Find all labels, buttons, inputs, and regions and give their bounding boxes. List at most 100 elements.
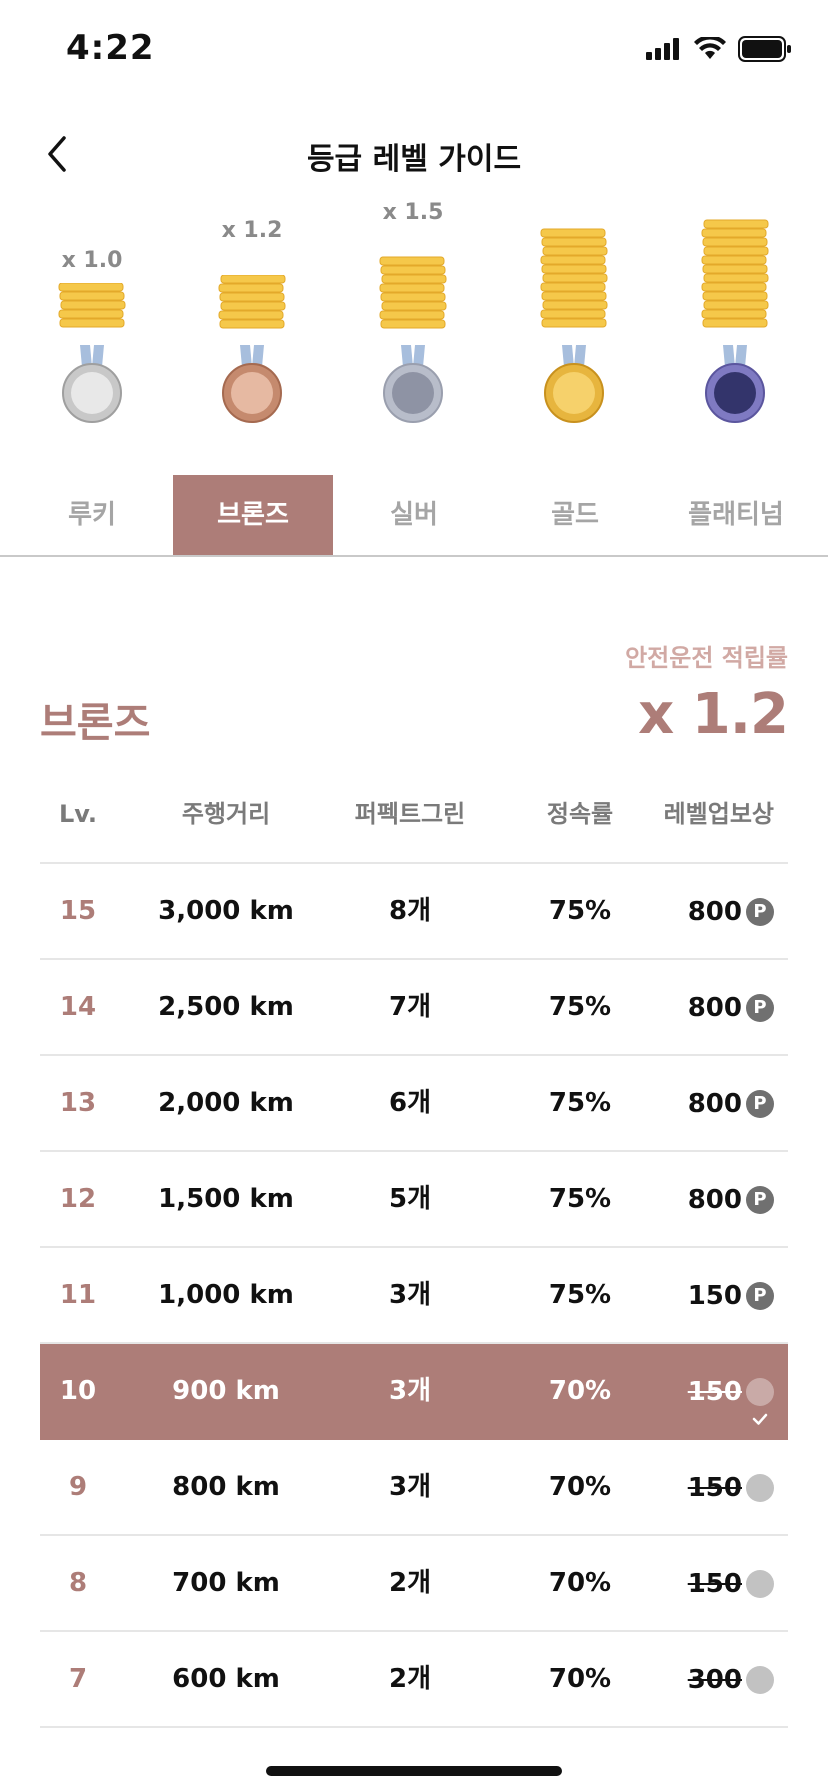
table-row: 9 800 km 3개 70% 150 (40, 1440, 788, 1536)
row-perfect-green: 3개 (388, 1472, 431, 1502)
coin-stack-icon (701, 219, 769, 328)
reward-points: 300 (687, 1664, 742, 1695)
row-reward: 800 P (594, 864, 774, 958)
row-reward: 150 (594, 1440, 774, 1534)
platinum-medal-icon (705, 345, 765, 423)
check-circle-icon (746, 1569, 774, 1617)
table-row: 10 900 km 3개 70% 150 (40, 1344, 788, 1440)
tier-multiplier: x 1.0 (61, 248, 123, 273)
reward-points: 800 (687, 1088, 742, 1119)
tier-multiplier: x 1.2 (221, 218, 283, 243)
tier-name: 브론즈 (40, 700, 151, 746)
tier-tabs: 루키 브론즈 실버 골드 플래티넘 (0, 475, 828, 557)
tier-platinum-illustration (655, 200, 815, 440)
status-icons (646, 36, 792, 62)
row-reward: 150 (594, 1536, 774, 1630)
row-perfect-green: 2개 (388, 1664, 431, 1694)
row-distance: 1,500 km (158, 1184, 294, 1214)
reward-points: 800 (687, 896, 742, 927)
header-level: Lv. (58, 800, 98, 828)
reward-points: 150 (687, 1472, 742, 1503)
check-circle-icon (746, 1473, 774, 1521)
table-row: 11 1,000 km 3개 75% 150 P (40, 1248, 788, 1344)
row-reward: 150 (594, 1344, 774, 1438)
table-row: 15 3,000 km 8개 75% 800 P (40, 864, 788, 960)
page-title: 등급 레벨 가이드 (306, 142, 522, 177)
row-level: 9 (68, 1472, 88, 1502)
tab-gold[interactable]: 골드 (495, 475, 655, 555)
point-icon: P (746, 1185, 774, 1214)
status-time: 4:22 (66, 28, 155, 68)
level-table: Lv. 주행거리 퍼펙트그린 정속률 레벨업보상 15 3,000 km 8개 … (40, 766, 788, 1728)
battery-icon (738, 36, 791, 62)
row-level: 8 (68, 1568, 88, 1598)
table-row: 7 600 km 2개 70% 300 (40, 1632, 788, 1728)
row-perfect-green: 3개 (388, 1376, 431, 1406)
signal-icon (646, 38, 679, 60)
point-icon: P (746, 993, 774, 1022)
coin-stack-icon (58, 283, 126, 328)
row-distance: 700 km (172, 1568, 280, 1598)
tab-platinum[interactable]: 플래티넘 (656, 475, 816, 555)
reward-points: 800 (687, 1184, 742, 1215)
table-body: 15 3,000 km 8개 75% 800 P 14 2,500 km 7개 7… (40, 864, 788, 1728)
reward-points: 150 (687, 1280, 742, 1311)
table-row: 13 2,000 km 6개 75% 800 P (40, 1056, 788, 1152)
row-level: 14 (59, 992, 97, 1022)
row-perfect-green: 6개 (388, 1088, 431, 1118)
row-perfect-green: 8개 (388, 896, 431, 926)
row-perfect-green: 2개 (388, 1568, 431, 1598)
tier-silver-illustration: x 1.5 (333, 200, 493, 440)
header-distance: 주행거리 (181, 800, 271, 828)
row-level: 12 (59, 1184, 97, 1214)
row-level: 15 (59, 896, 97, 926)
silver-medal-icon (383, 345, 443, 423)
reward-points: 150 (687, 1568, 742, 1599)
table-row: 12 1,500 km 5개 75% 800 P (40, 1152, 788, 1248)
home-indicator (266, 1766, 562, 1776)
row-reward: 150 P (594, 1248, 774, 1342)
nav-header: 등급 레벨 가이드 (0, 120, 828, 190)
row-perfect-green: 7개 (388, 992, 431, 1022)
tier-rookie-illustration: x 1.0 (12, 200, 172, 440)
table-header: Lv. 주행거리 퍼펙트그린 정속률 레벨업보상 (40, 766, 788, 864)
check-circle-icon (746, 1665, 774, 1713)
row-perfect-green: 3개 (388, 1280, 431, 1310)
reward-points: 150 (687, 1376, 742, 1407)
status-bar: 4:22 (0, 0, 828, 100)
point-icon: P (746, 897, 774, 926)
row-level: 11 (59, 1280, 97, 1310)
rookie-medal-icon (62, 345, 122, 423)
wifi-icon (694, 37, 726, 59)
row-distance: 2,000 km (158, 1088, 294, 1118)
row-reward: 800 P (594, 1152, 774, 1246)
row-distance: 600 km (172, 1664, 280, 1694)
tier-multiplier-value: x 1.2 (638, 682, 789, 747)
point-icon: P (746, 1281, 774, 1310)
reward-points: 800 (687, 992, 742, 1023)
table-row: 14 2,500 km 7개 75% 800 P (40, 960, 788, 1056)
row-distance: 1,000 km (158, 1280, 294, 1310)
check-circle-icon (746, 1377, 774, 1425)
coin-stack-icon (540, 228, 608, 328)
gold-medal-icon (544, 345, 604, 423)
row-distance: 3,000 km (158, 896, 294, 926)
row-reward: 800 P (594, 960, 774, 1054)
tier-gold-illustration (494, 200, 654, 440)
header-perfect-green: 퍼펙트그린 (354, 800, 466, 828)
coin-stack-icon (218, 275, 286, 329)
tab-rookie[interactable]: 루키 (12, 475, 172, 555)
row-reward: 300 (594, 1632, 774, 1726)
point-icon: P (746, 1089, 774, 1118)
row-distance: 900 km (172, 1376, 280, 1406)
row-distance: 2,500 km (158, 992, 294, 1022)
tab-bronze[interactable]: 브론즈 (173, 475, 333, 555)
row-level: 13 (59, 1088, 97, 1118)
header-reward: 레벨업보상 (663, 800, 774, 828)
tab-silver[interactable]: 실버 (334, 475, 494, 555)
tier-multiplier: x 1.5 (382, 200, 444, 225)
row-distance: 800 km (172, 1472, 280, 1502)
row-perfect-green: 5개 (388, 1184, 431, 1214)
coin-stack-icon (379, 256, 447, 329)
tier-bronze-illustration: x 1.2 (172, 200, 332, 440)
